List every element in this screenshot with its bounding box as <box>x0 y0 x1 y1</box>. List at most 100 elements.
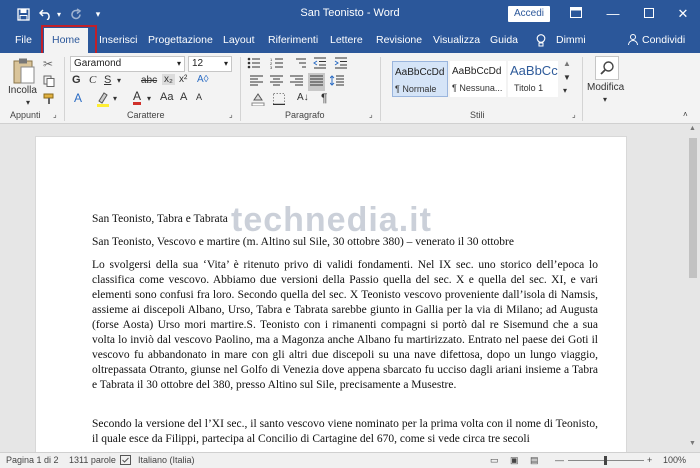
scroll-down-icon[interactable]: ▼ <box>689 440 696 447</box>
clipboard-launcher-icon[interactable]: ⌟ <box>53 110 57 119</box>
tell-me-search[interactable]: Dimmi <box>556 28 586 53</box>
ribbon-tabs: File Home Inserisci Progettazione Layout… <box>0 28 700 53</box>
styles-launcher-icon[interactable]: ⌟ <box>572 110 576 119</box>
watermark: technedia.it <box>231 201 432 239</box>
share-button[interactable]: Condividi <box>642 28 685 53</box>
zoom-out-icon[interactable]: — <box>555 455 564 465</box>
ribbon-home: Incolla ▾ ✂ Appunti ⌟ Garamond ▾ 12 ▾ G … <box>0 53 700 124</box>
close-icon[interactable]: ✕ <box>670 3 696 25</box>
font-color-icon[interactable]: A <box>133 90 142 105</box>
focus-mode-icon[interactable]: ▭ <box>490 455 499 466</box>
scrollbar-thumb[interactable] <box>689 138 697 278</box>
chevron-down-icon[interactable]: ▾ <box>224 57 228 71</box>
style-no-spacing[interactable]: AaBbCcDd ¶ Nessuna... <box>450 61 506 97</box>
style-preview: AaBbCc <box>510 63 558 78</box>
superscript-icon[interactable]: x² <box>179 74 187 85</box>
word-count[interactable]: 1311 parole <box>69 455 116 465</box>
line-spacing-icon[interactable] <box>329 75 344 89</box>
underline-dropdown-icon[interactable]: ▾ <box>117 76 121 85</box>
paste-dropdown-icon[interactable]: ▾ <box>26 98 30 107</box>
paragraph-launcher-icon[interactable]: ⌟ <box>369 110 373 119</box>
align-left-icon[interactable] <box>250 75 263 89</box>
font-launcher-icon[interactable]: ⌟ <box>229 110 233 119</box>
bullets-icon[interactable] <box>247 57 261 72</box>
style-preview: AaBbCcDd <box>395 67 445 78</box>
status-bar: Pagina 1 di 2 1311 parole Italiano (Ital… <box>0 452 700 468</box>
align-right-icon[interactable] <box>290 75 303 89</box>
editing-button-label[interactable]: Modifica <box>587 82 624 93</box>
justify-icon[interactable] <box>308 73 325 91</box>
tab-visualizza[interactable]: Visualizza <box>433 28 480 53</box>
proofing-icon[interactable] <box>120 455 131 467</box>
multilevel-list-icon[interactable] <box>293 57 307 72</box>
tab-revisione[interactable]: Revisione <box>376 28 422 53</box>
person-icon <box>628 28 638 53</box>
shrink-font-icon[interactable]: A <box>196 92 202 102</box>
styles-scroll-down-icon[interactable]: ▼ <box>563 73 571 82</box>
font-color-dropdown-icon[interactable]: ▾ <box>147 94 151 103</box>
title-bar: ▾ ▾ San Teonisto - Word Accedi — ✕ <box>0 0 700 28</box>
subscript-icon[interactable]: x₂ <box>162 74 175 85</box>
style-name: ¶ Nessuna... <box>452 83 503 93</box>
font-size-combo[interactable]: 12 ▾ <box>188 56 232 72</box>
decrease-indent-icon[interactable] <box>313 57 327 72</box>
collapse-ribbon-icon[interactable]: ˄ <box>683 110 688 119</box>
scroll-up-icon[interactable]: ▲ <box>689 125 696 132</box>
tab-progettazione[interactable]: Progettazione <box>148 28 213 53</box>
ribbon-display-options-icon[interactable] <box>563 3 589 25</box>
paste-button-label[interactable]: Incolla <box>8 85 37 96</box>
minimize-icon[interactable]: — <box>600 3 626 25</box>
text-effects-icon[interactable]: A <box>74 91 82 105</box>
format-painter-icon[interactable] <box>43 93 55 108</box>
style-normal[interactable]: AaBbCcDd ¶ Normale <box>392 61 448 97</box>
show-formatting-icon[interactable]: ¶ <box>321 91 327 105</box>
cut-icon[interactable]: ✂ <box>43 57 53 71</box>
vertical-scrollbar[interactable]: ▲ ▼ <box>686 124 700 452</box>
styles-more-icon[interactable]: ▾ <box>563 86 567 95</box>
page-count[interactable]: Pagina 1 di 2 <box>6 455 59 465</box>
shading-icon[interactable] <box>251 92 265 109</box>
font-size-value: 12 <box>192 58 204 69</box>
font-name-combo[interactable]: Garamond ▾ <box>70 56 185 72</box>
search-icon[interactable] <box>595 56 619 80</box>
tab-layout[interactable]: Layout <box>223 28 255 53</box>
clear-formatting-icon[interactable]: A◊ <box>197 74 209 85</box>
language-status[interactable]: Italiano (Italia) <box>138 455 195 465</box>
underline-icon[interactable]: S <box>104 74 111 86</box>
change-case-icon[interactable]: Aa <box>160 91 173 103</box>
borders-icon[interactable] <box>273 93 285 108</box>
zoom-in-icon[interactable]: + <box>647 455 652 465</box>
strikethrough-icon[interactable]: abc <box>141 75 157 86</box>
signin-button[interactable]: Accedi <box>508 6 550 22</box>
style-heading-1[interactable]: AaBbCc Titolo 1 <box>508 61 558 97</box>
numbering-icon[interactable]: 123 <box>270 57 284 72</box>
read-mode-icon[interactable]: ▣ <box>510 455 519 466</box>
group-divider <box>64 57 65 121</box>
zoom-level[interactable]: 100% <box>663 455 686 465</box>
tab-lettere[interactable]: Lettere <box>330 28 363 53</box>
copy-icon[interactable] <box>43 75 55 90</box>
group-divider <box>582 57 583 121</box>
window-title: San Teonisto - Word <box>300 7 400 19</box>
grow-font-icon[interactable]: A <box>180 91 187 103</box>
maximize-icon[interactable] <box>636 3 662 25</box>
tab-file[interactable]: File <box>15 28 32 53</box>
print-layout-icon[interactable]: ▤ <box>530 455 539 466</box>
tab-guida[interactable]: Guida <box>490 28 518 53</box>
highlight-dropdown-icon[interactable]: ▾ <box>113 94 117 103</box>
align-center-icon[interactable] <box>270 75 283 89</box>
style-preview: AaBbCcDd <box>452 66 502 77</box>
bold-icon[interactable]: G <box>72 74 81 86</box>
editing-dropdown-icon[interactable]: ▾ <box>603 95 607 104</box>
chevron-down-icon[interactable]: ▾ <box>177 57 181 71</box>
tab-riferimenti[interactable]: Riferimenti <box>268 28 318 53</box>
styles-scroll-up-icon[interactable]: ▲ <box>563 59 571 68</box>
italic-icon[interactable]: C <box>89 74 96 86</box>
lightbulb-icon <box>536 28 546 53</box>
document-page[interactable]: San Teonisto, Tabra e Tabrata San Teonis… <box>35 136 627 454</box>
tab-inserisci[interactable]: Inserisci <box>99 28 138 53</box>
increase-indent-icon[interactable] <box>334 57 348 72</box>
highlight-color-icon[interactable] <box>96 91 110 110</box>
zoom-slider-thumb[interactable] <box>604 456 607 465</box>
sort-icon[interactable]: A↓ <box>297 92 309 103</box>
